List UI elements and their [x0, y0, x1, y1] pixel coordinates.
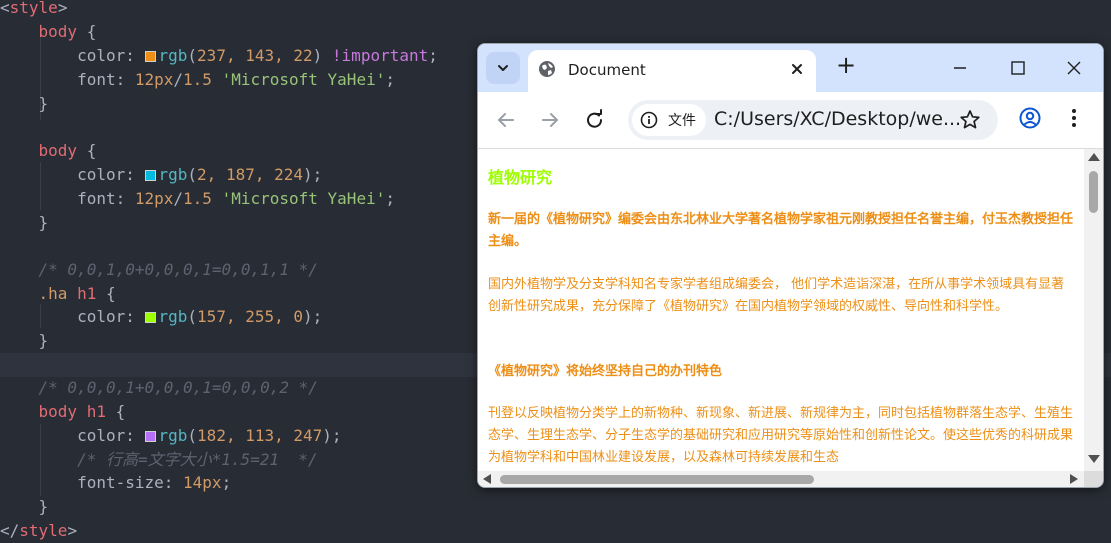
horizontal-scroll-thumb[interactable] — [500, 475, 814, 484]
star-icon[interactable] — [958, 108, 982, 132]
window-close-icon[interactable] — [1062, 56, 1086, 80]
scrollbar-corner — [1084, 471, 1103, 487]
minimize-icon[interactable] — [948, 56, 972, 80]
address-bar[interactable]: 文件 C:/Users/XC/Desktop/we... — [628, 100, 998, 140]
color-swatch-purple[interactable] — [144, 431, 156, 442]
code-line: <style> — [0, 0, 68, 17]
site-info-chip[interactable]: 文件 — [632, 104, 706, 136]
color-swatch-green[interactable] — [144, 312, 156, 323]
paragraph-features: 《植物研究》将始终坚持自己的办刊特色 — [488, 364, 723, 379]
chip-label: 文件 — [668, 113, 696, 129]
new-tab-button[interactable]: + — [832, 52, 860, 80]
browser-window: Document + 文件 C:/Users/XC/Desktop/we... … — [477, 43, 1104, 488]
info-icon — [640, 111, 658, 129]
reload-icon[interactable] — [581, 106, 609, 134]
profile-icon[interactable] — [1018, 106, 1042, 130]
tab-title: Document — [568, 61, 646, 79]
back-arrow-icon[interactable] — [492, 106, 520, 134]
scroll-left-arrow-icon[interactable] — [483, 474, 491, 484]
maximize-icon[interactable] — [1006, 56, 1030, 80]
tab-search-button[interactable] — [486, 52, 520, 84]
globe-icon — [539, 61, 555, 77]
page-viewport[interactable]: 植物研究 新一届的《植物研究》编委会由东北林业大学著名植物学家祖元刚教授担任名誉… — [478, 149, 1084, 471]
tab-document[interactable]: Document — [528, 50, 816, 92]
scroll-right-arrow-icon[interactable] — [1070, 474, 1078, 484]
kebab-menu-icon[interactable] — [1064, 106, 1084, 130]
browser-toolbar: 文件 C:/Users/XC/Desktop/we... — [478, 92, 1103, 148]
vertical-scrollbar[interactable] — [1084, 149, 1103, 471]
tab-strip: Document + — [478, 44, 1103, 92]
code-line: body { — [38, 22, 97, 41]
paragraph-editorial-board: 新一届的《植物研究》编委会由东北林业大学著名植物学家祖元刚教授担任名誉主编，付玉… — [488, 212, 1074, 249]
paragraph-experts: 国内外植物学及分支学科知名专家学者组成编委会， 他们学术造诣深湛，在所从事学术领… — [488, 277, 1065, 314]
code-line: } — [38, 497, 49, 516]
page-heading: 植物研究 — [488, 168, 553, 187]
scroll-down-arrow-icon[interactable] — [1088, 455, 1100, 463]
horizontal-scrollbar[interactable] — [478, 471, 1084, 487]
close-tab-button[interactable] — [786, 58, 808, 80]
color-swatch-orange[interactable] — [144, 51, 156, 62]
scroll-up-arrow-icon[interactable] — [1088, 153, 1100, 161]
forward-arrow-icon[interactable] — [536, 106, 564, 134]
code-line: </style> — [0, 521, 78, 540]
url-text[interactable]: C:/Users/XC/Desktop/we... — [714, 108, 961, 130]
close-icon — [792, 64, 802, 74]
paragraph-content: 刊登以反映植物分类学上的新物种、新现象、新进展、新规律为主，同时包括植物群落生态… — [488, 406, 1074, 465]
chevron-down-icon — [498, 65, 508, 71]
vertical-scroll-thumb[interactable] — [1089, 171, 1098, 213]
color-swatch-cyan[interactable] — [144, 170, 156, 181]
